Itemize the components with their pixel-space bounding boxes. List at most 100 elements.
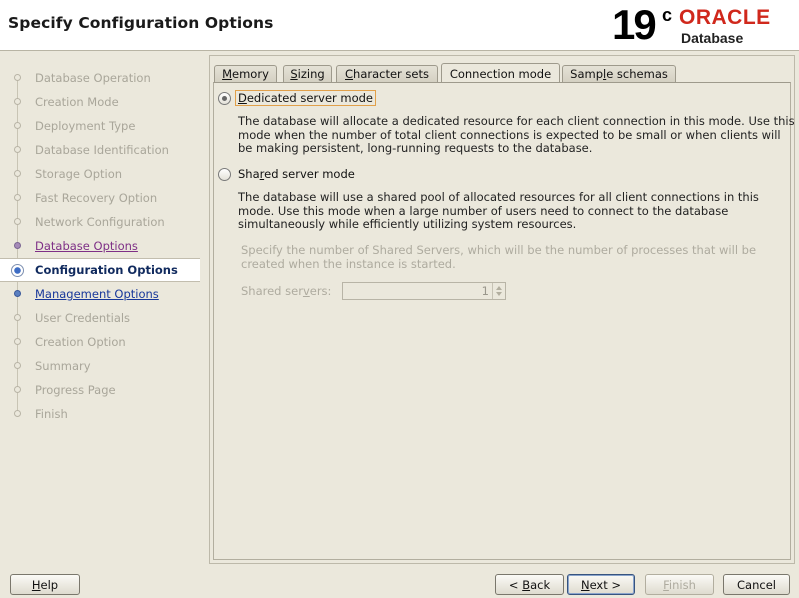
step-dot-icon [14,98,21,105]
step-label: Configuration Options [35,263,178,277]
step-label: Database Identification [35,143,169,157]
tab-connection-mode[interactable]: Connection mode [441,63,560,84]
dedicated-server-description: The database will allocate a dedicated r… [238,114,795,155]
step-dot-icon [14,410,21,417]
tab-label-pre: Connection mode [449,67,552,81]
step-dot-icon [14,74,21,81]
step-label: Storage Option [35,167,123,181]
tab-sample-schemas[interactable]: Sample schemas [562,65,676,83]
tab-label-pre: Samp [570,67,603,81]
logo-brand: ORACLE [679,6,771,29]
step-finish: Finish [0,402,200,426]
dedicated-server-radio[interactable] [218,92,231,105]
step-configuration-options: Configuration Options [0,258,200,282]
step-label: Progress Page [35,383,116,397]
step-management-options[interactable]: Management Options [0,282,200,306]
step-database-identification: Database Identification [0,138,200,162]
tab-label-post: izing [297,67,325,81]
step-dot-icon [14,194,21,201]
btn-post: ack [530,578,551,592]
step-dot-icon [14,242,21,249]
btn-mnemonic: N [580,578,590,592]
btn-mnemonic: H [31,578,41,592]
tab-memory[interactable]: Memory [214,65,277,83]
tab-label-post: haracter sets [353,67,429,81]
shared-server-label[interactable]: Shared server mode [238,167,355,181]
step-deployment-type: Deployment Type [0,114,200,138]
step-database-options[interactable]: Database Options [0,234,200,258]
current-step-icon [11,264,24,277]
logo-version-sup: c [662,5,673,25]
step-network-configuration: Network Configuration [0,210,200,234]
shared-servers-spinner[interactable]: 1 [342,282,506,300]
content-panel: Memory Sizing Character sets Connection … [209,55,795,564]
tab-label-post: e schemas [606,67,668,81]
connection-mode-tab-content: Dedicated server mode The database will … [213,82,795,560]
btn-pre: < [508,578,523,592]
step-link[interactable]: Management Options [35,287,159,301]
label-pre: Sha [238,167,260,181]
spinner-arrows[interactable] [492,283,505,299]
step-label: Network Configuration [35,215,165,229]
help-button[interactable]: Help [10,574,80,595]
wizard-steps-nav: Database Operation Creation Mode Deploym… [0,52,204,562]
page-title: Specify Configuration Options [8,14,274,32]
step-dot-icon [14,218,21,225]
tab-character-sets[interactable]: Character sets [336,65,438,83]
label-mnemonic: D [238,91,247,105]
step-dot-icon [14,314,21,321]
step-label: Creation Mode [35,95,119,109]
next-button[interactable]: Next > [567,574,635,595]
step-dot-icon [14,170,21,177]
step-summary: Summary [0,354,200,378]
step-link[interactable]: Database Options [35,239,138,253]
label-pre: Shared ser [241,284,303,298]
step-label: Summary [35,359,91,373]
label-post: ers: [309,284,332,298]
finish-button[interactable]: Finish [645,574,714,595]
oracle-19c-logo: 19 c ORACLE Database [612,1,792,48]
dedicated-server-label[interactable]: Dedicated server mode [235,90,377,106]
btn-post: elp [40,578,59,592]
step-label: Finish [35,407,68,421]
step-fast-recovery-option: Fast Recovery Option [0,186,200,210]
step-user-credentials: User Credentials [0,306,200,330]
step-label: User Credentials [35,311,131,325]
btn-mnemonic: B [522,578,531,592]
spinner-down-icon[interactable] [496,292,502,296]
cancel-button[interactable]: Cancel [723,574,790,595]
tab-sizing[interactable]: Sizing [283,65,332,83]
tab-mnemonic: S [290,67,298,81]
step-dot-icon [14,338,21,345]
step-label: Deployment Type [35,119,136,133]
label-mnemonic: v [302,284,310,298]
shared-server-radio[interactable] [218,168,231,181]
step-storage-option: Storage Option [0,162,200,186]
step-label: Fast Recovery Option [35,191,158,205]
shared-servers-hint: Specify the number of Shared Servers, wh… [241,243,757,271]
tab-label-post: emory [232,67,269,81]
step-dot-icon [14,122,21,129]
header-bar: Specify Configuration Options 19 c ORACL… [0,0,799,51]
logo-product: Database [681,30,744,46]
spinner-up-icon[interactable] [496,286,502,290]
label-post: ed server mode [264,167,355,181]
step-progress-page: Progress Page [0,378,200,402]
tab-mnemonic: M [222,67,233,81]
step-dot-icon [14,146,21,153]
shared-servers-label: Shared servers: [241,284,331,298]
step-dot-icon [14,386,21,393]
logo-version: 19 [612,1,657,48]
step-database-operation: Database Operation [0,66,200,90]
label-post: edicated server mode [246,91,374,105]
btn-post: inish [668,578,696,592]
step-dot-icon [14,290,21,297]
tab-mnemonic: C [345,67,354,81]
btn-pre: Cancel [737,578,776,592]
shared-servers-value: 1 [481,284,489,298]
step-label: Creation Option [35,335,126,349]
back-button[interactable]: < Back [495,574,564,595]
step-creation-option: Creation Option [0,330,200,354]
btn-post: ext > [589,578,622,592]
step-label: Database Operation [35,71,151,85]
